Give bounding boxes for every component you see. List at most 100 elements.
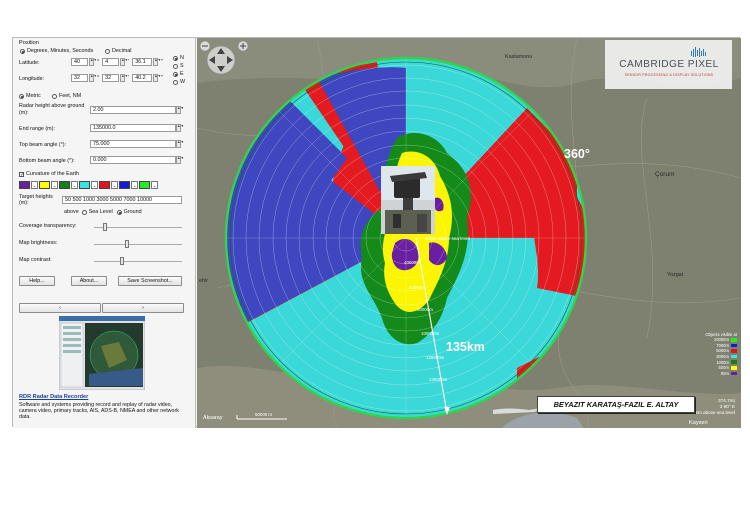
color-swatch[interactable] — [19, 181, 30, 189]
radio-unselected[interactable] — [81, 209, 87, 215]
help-button[interactable]: Help... — [19, 276, 55, 286]
latitude-sec-input[interactable]: 36.1 — [132, 58, 153, 66]
longitude-deg-input[interactable]: 32 — [71, 74, 88, 82]
place-corum: Çorum — [655, 171, 675, 178]
hemi-w-radio[interactable]: W — [173, 79, 185, 85]
chevron-down-icon[interactable]: ⌄ — [151, 181, 158, 189]
legend-swatch — [731, 354, 737, 359]
target-heights-input[interactable]: 50 500 1000 3000 5000 7000 10000 — [62, 196, 182, 204]
radio-unselected[interactable] — [105, 48, 110, 54]
hemi-n-label: N — [180, 55, 184, 61]
longitude-label: Longitude: — [19, 76, 45, 82]
spin-icon[interactable]: ▲▼ — [176, 124, 184, 132]
chevron-down-icon[interactable]: ⌄ — [51, 181, 58, 189]
radio-unselected[interactable] — [173, 63, 178, 69]
legend-label: 7000m — [716, 342, 729, 348]
bottom-beam-label: Bottom beam angle (°): — [19, 158, 75, 164]
units-feet-radio[interactable]: Feet, NM — [52, 93, 81, 99]
units-metric-radio[interactable]: Metric — [19, 93, 41, 99]
check-icon[interactable]: ✓ — [19, 171, 24, 177]
spin-icon[interactable]: ▲▼ — [153, 58, 161, 66]
ad-prev-button[interactable]: ‹ — [19, 303, 101, 313]
hemi-e-radio[interactable]: E — [173, 71, 184, 77]
longitude-min-input[interactable]: 32 — [102, 74, 120, 82]
author-caption: BEYAZIT KARATAŞ-FAZIL E. ALTAY — [537, 396, 695, 413]
coverage-map[interactable]: 360° 135km 044m above sea level 40000m 60… — [197, 38, 741, 428]
chevron-down-icon[interactable]: ⌄ — [131, 181, 138, 189]
slider-thumb[interactable] — [120, 257, 125, 265]
radio-selected[interactable] — [173, 55, 178, 61]
color-swatch[interactable] — [39, 181, 50, 189]
legend-swatch — [731, 343, 737, 348]
chevron-down-icon[interactable]: ⌄ — [31, 181, 38, 189]
spin-icon[interactable]: ▲▼ — [176, 156, 184, 164]
color-swatch[interactable] — [99, 181, 110, 189]
legend-label: 50m — [720, 370, 729, 376]
color-swatch[interactable] — [119, 181, 130, 189]
zoom-control[interactable] — [237, 40, 249, 52]
target-heights-field: 50 500 1000 3000 5000 7000 10000 — [62, 196, 182, 204]
curvature-checkbox[interactable]: ✓ Curvature of the Earth — [19, 171, 79, 177]
end-range-input[interactable]: 135000.0 — [90, 124, 176, 132]
format-decimal-label: Decimal — [112, 48, 132, 54]
color-swatch-row: ⌄ ⌄ ⌄ ⌄ ⌄ ⌄ ⌄ — [19, 181, 159, 189]
contrast-slider[interactable] — [94, 257, 182, 265]
units-metric-label: Metric — [26, 93, 41, 99]
place-aksaray: Aksaray — [203, 415, 223, 421]
settings-panel: Position Degrees, Minutes, Seconds Decim… — [13, 38, 196, 428]
place-kayseri: Kayseri — [689, 420, 708, 426]
spin-icon[interactable]: ▲▼ — [153, 74, 161, 82]
radio-unselected[interactable] — [52, 93, 57, 99]
ring-label: 60000m — [409, 285, 425, 290]
position-label: Position — [19, 40, 39, 46]
spin-icon[interactable]: ▲▼ — [176, 106, 184, 114]
about-button[interactable]: About... — [71, 276, 107, 286]
brightness-slider[interactable] — [94, 240, 182, 248]
legend-label: 3000m — [716, 354, 729, 360]
format-decimal-radio[interactable]: Decimal — [105, 48, 131, 54]
hemi-n-radio[interactable]: N — [173, 55, 184, 61]
curvature-label: Curvature of the Earth — [26, 171, 80, 177]
latitude-deg-input[interactable]: 40 — [71, 58, 88, 66]
zoom-out-control[interactable] — [199, 40, 211, 52]
longitude-sec-input[interactable]: 40.2 — [132, 74, 153, 82]
ad-next-button[interactable]: › — [102, 303, 184, 313]
radio-unselected[interactable] — [173, 79, 178, 85]
bottom-beam-input[interactable]: 0.000 — [90, 156, 176, 164]
chevron-down-icon[interactable]: ⌄ — [91, 181, 98, 189]
spin-icon[interactable]: ▲▼ — [120, 58, 128, 66]
radio-selected[interactable] — [173, 71, 178, 77]
map-canvas — [197, 38, 741, 428]
latitude-min-input[interactable]: 4 — [102, 58, 120, 66]
end-range-label: End range (m): — [19, 126, 55, 132]
chevron-down-icon[interactable]: ⌄ — [111, 181, 118, 189]
hemi-s-radio[interactable]: S — [173, 63, 184, 69]
ad-thumbnail-image[interactable] — [59, 316, 145, 390]
above-label: above — [64, 209, 79, 215]
place-sehir: ehir — [199, 278, 208, 284]
ad-title-link[interactable]: RDR Radar Data Recorder — [19, 394, 88, 400]
spin-icon[interactable]: ▲▼ — [176, 140, 184, 148]
format-dms-radio[interactable]: Degrees, Minutes, Seconds — [20, 48, 93, 54]
save-screenshot-button[interactable]: Save Screenshot... — [118, 276, 182, 286]
ground-label: Ground — [123, 209, 142, 215]
color-swatch[interactable] — [59, 181, 70, 189]
spin-icon[interactable]: ▲▼ — [120, 74, 128, 82]
top-beam-input[interactable]: 75.000 — [90, 140, 176, 148]
spin-icon[interactable]: ▲▼ — [89, 58, 97, 66]
slider-thumb[interactable] — [102, 223, 107, 231]
ring-label: 120000m — [426, 355, 445, 360]
radar-height-input[interactable]: 2.00 — [90, 106, 176, 114]
transparency-slider[interactable] — [94, 223, 182, 231]
color-swatch[interactable] — [139, 181, 150, 189]
radio-selected[interactable] — [20, 48, 25, 54]
pan-control[interactable] — [206, 45, 236, 75]
slider-thumb[interactable] — [124, 240, 129, 248]
place-yozgat: Yozgat — [667, 272, 684, 278]
radio-selected[interactable] — [116, 209, 122, 215]
radio-selected[interactable] — [19, 93, 24, 99]
chevron-down-icon[interactable]: ⌄ — [71, 181, 78, 189]
radar-height-field: 2.00 ▲▼ — [90, 106, 184, 114]
color-swatch[interactable] — [79, 181, 90, 189]
spin-icon[interactable]: ▲▼ — [89, 74, 97, 82]
